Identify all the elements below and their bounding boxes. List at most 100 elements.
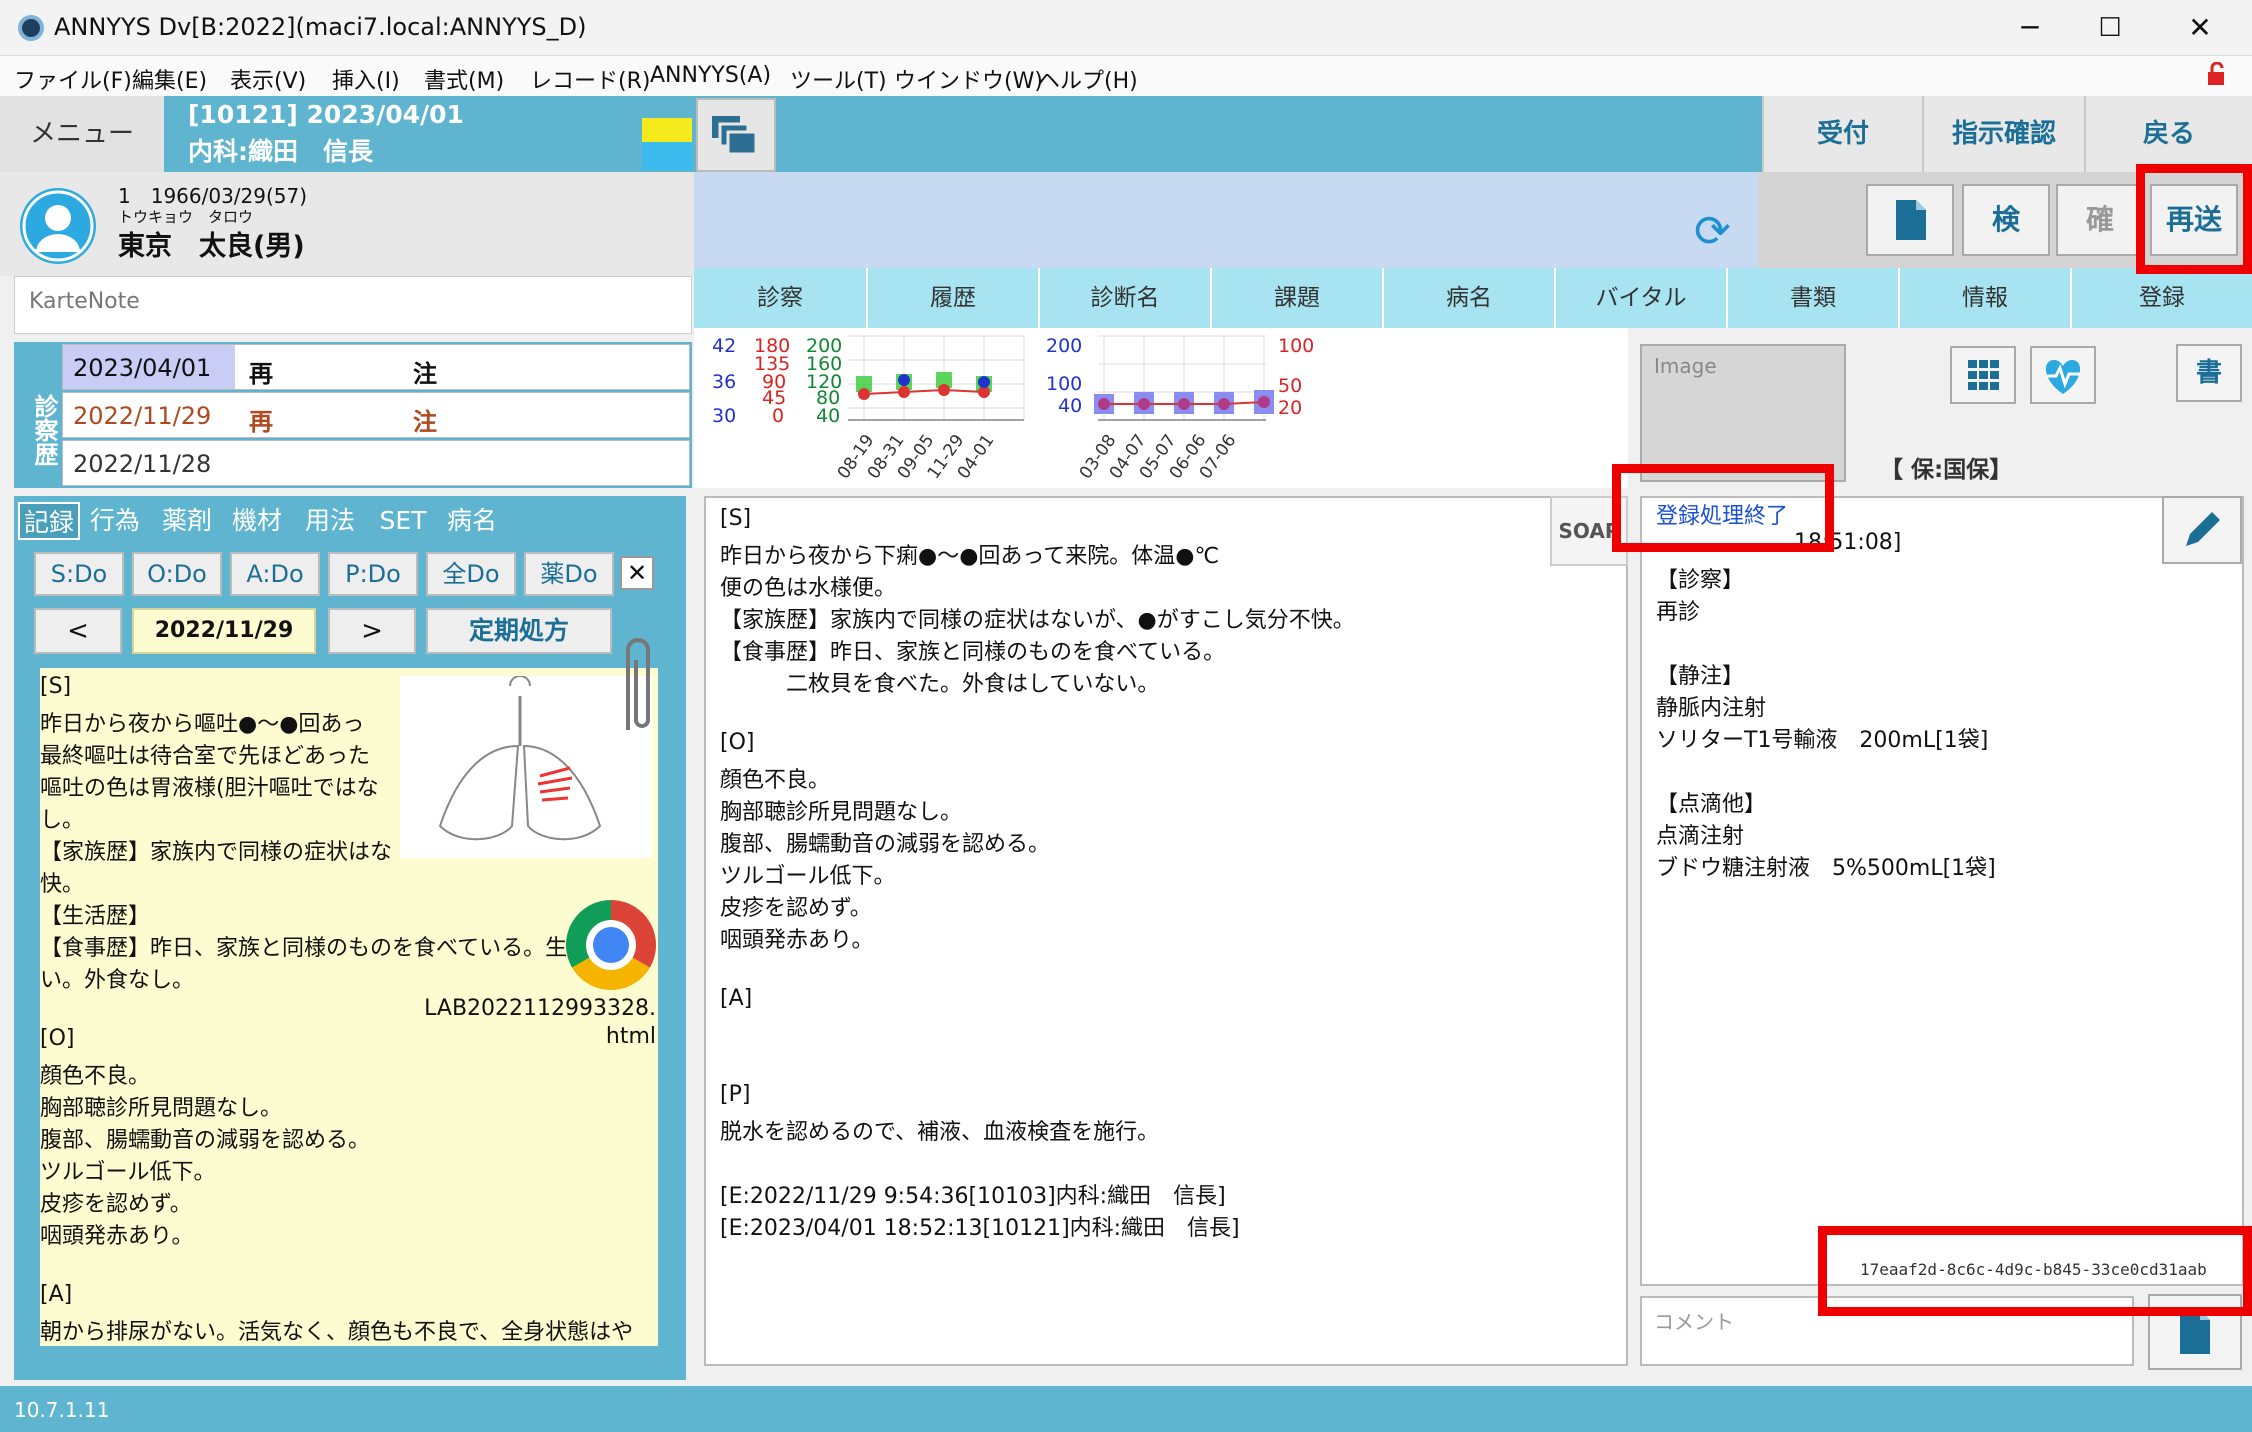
grid-icon bbox=[1968, 360, 1999, 390]
tab-register[interactable]: 登録 bbox=[2072, 268, 2252, 328]
record-line: 最終嘔吐は待合室で先ほどあった bbox=[40, 744, 371, 769]
soap-line: 脱水を認めるので、補液、血液検査を施行。 bbox=[720, 1120, 1160, 1145]
menu-tools[interactable]: ツール(T) bbox=[790, 63, 887, 95]
tab-set[interactable]: SET bbox=[370, 502, 436, 540]
patient-status-area bbox=[694, 172, 1758, 268]
tab-vitals[interactable]: バイタル bbox=[1556, 268, 1728, 328]
main-tabs: 診察 履歴 診断名 課題 病名 バイタル 書類 情報 登録 bbox=[694, 268, 2252, 328]
paperclip-icon bbox=[616, 630, 660, 744]
all-do-button[interactable]: 全Do bbox=[426, 552, 516, 596]
registration-line: 【静注】 bbox=[1656, 664, 1745, 689]
record-line: 【食事歴】昨日、家族と同様のものを食べている。生 bbox=[40, 936, 568, 961]
maximize-button[interactable]: ☐ bbox=[2080, 8, 2140, 48]
edit-button[interactable] bbox=[2162, 496, 2242, 564]
tab-equipment[interactable]: 機材 bbox=[224, 502, 290, 540]
record-line: 【生活歴】 bbox=[40, 904, 151, 929]
history-row[interactable]: 2023/04/01 再 注 bbox=[62, 344, 690, 390]
reception-button[interactable]: 受付 bbox=[1762, 96, 1922, 172]
lab-result-attachment[interactable]: LAB2022112993328. html bbox=[400, 995, 656, 1051]
status-indicator-blue bbox=[642, 142, 692, 170]
grid-view-button[interactable] bbox=[1950, 346, 2016, 404]
record-date: 2022/11/29 bbox=[132, 608, 316, 654]
karte-note-input[interactable]: KarteNote bbox=[14, 276, 692, 334]
periodic-prescription-button[interactable]: 定期処方 bbox=[426, 608, 612, 654]
menu-help[interactable]: ヘルプ(H) bbox=[1038, 63, 1138, 95]
record-line: [O] bbox=[40, 1026, 75, 1051]
confirm-button[interactable]: 確 bbox=[2056, 184, 2144, 256]
heart-pulse-icon bbox=[2045, 360, 2081, 394]
axis-tick: 36 bbox=[712, 371, 736, 393]
menu-view[interactable]: 表示(V) bbox=[230, 63, 306, 95]
minimize-button[interactable]: ─ bbox=[2000, 8, 2060, 48]
registration-panel[interactable]: 登録処理終了 18:51:08] 【診察】 再診 【静注】 静脈内注射 ソリター… bbox=[1640, 496, 2244, 1286]
drug-do-button[interactable]: 薬Do bbox=[524, 552, 614, 596]
book-button[interactable]: 書 bbox=[2176, 344, 2242, 402]
prev-date-button[interactable]: < bbox=[34, 608, 122, 654]
unlock-icon[interactable] bbox=[2206, 61, 2226, 92]
menu-record[interactable]: レコード(R) bbox=[530, 63, 650, 95]
tab-diagnosis[interactable]: 診断名 bbox=[1040, 268, 1212, 328]
soap-line: ツルゴール低下。 bbox=[720, 864, 896, 889]
avatar[interactable] bbox=[20, 188, 96, 264]
history-type: 再 bbox=[249, 360, 273, 388]
refresh-icon[interactable]: ⟳ bbox=[1694, 206, 1731, 257]
axis-tick: 30 bbox=[712, 405, 736, 427]
registration-line: 点滴注射 bbox=[1656, 824, 1745, 849]
tab-issues[interactable]: 課題 bbox=[1212, 268, 1384, 328]
tab-info[interactable]: 情報 bbox=[1900, 268, 2072, 328]
copy-windows-button[interactable] bbox=[696, 98, 776, 172]
axis-tick: 40 bbox=[816, 405, 840, 427]
axis-tick: 0 bbox=[772, 405, 784, 427]
doctor-name: 内科:織田 信長 bbox=[188, 137, 373, 166]
tab-disease-name[interactable]: 病名 bbox=[436, 502, 508, 540]
menu-file[interactable]: ファイル(F) bbox=[14, 63, 132, 95]
close-panel-button[interactable]: ✕ bbox=[620, 556, 654, 590]
lung-diagram-image[interactable] bbox=[400, 675, 652, 858]
menu-annyys[interactable]: ANNYYS(A) bbox=[650, 63, 771, 88]
tab-drug[interactable]: 薬剤 bbox=[154, 502, 220, 540]
status-indicator-yellow bbox=[642, 118, 692, 142]
tab-documents[interactable]: 書類 bbox=[1728, 268, 1900, 328]
vitals-charts[interactable]: 42 36 30 180 135 90 45 0 200 160 120 80 … bbox=[694, 328, 1628, 488]
tab-action[interactable]: 行為 bbox=[82, 502, 148, 540]
document-button[interactable] bbox=[1866, 184, 1954, 256]
s-do-button[interactable]: S:Do bbox=[34, 552, 124, 596]
tab-usage[interactable]: 用法 bbox=[294, 502, 366, 540]
history-row[interactable]: 2022/11/28 bbox=[62, 440, 690, 486]
instruction-confirm-button[interactable]: 指示確認 bbox=[1922, 96, 2084, 172]
a-do-button[interactable]: A:Do bbox=[230, 552, 320, 596]
document-icon bbox=[1896, 200, 1926, 240]
record-line: 【家族歴】家族内で同様の症状はな bbox=[40, 840, 393, 865]
inspect-button[interactable]: 検 bbox=[1962, 184, 2050, 256]
app-logo-icon bbox=[18, 15, 44, 41]
history-row[interactable]: 2022/11/29 再 注 bbox=[62, 392, 690, 438]
next-date-button[interactable]: > bbox=[328, 608, 416, 654]
record-line: [A] bbox=[40, 1282, 73, 1307]
pencil-icon bbox=[2186, 512, 2220, 546]
image-placeholder[interactable]: Image bbox=[1640, 344, 1846, 482]
attachment-filename: LAB2022112993328. bbox=[424, 996, 656, 1021]
o-do-button[interactable]: O:Do bbox=[132, 552, 222, 596]
record-line: [S] bbox=[40, 674, 72, 699]
menu-edit[interactable]: 編集(E) bbox=[132, 63, 207, 95]
tab-disease[interactable]: 病名 bbox=[1384, 268, 1556, 328]
history-flag: 注 bbox=[413, 360, 437, 388]
menu-window[interactable]: ウインドウ(W) bbox=[894, 63, 1043, 95]
tab-exam[interactable]: 診察 bbox=[694, 268, 868, 328]
menu-insert[interactable]: 挿入(I) bbox=[332, 63, 400, 95]
back-button[interactable]: 戻る bbox=[2084, 96, 2252, 172]
insurance-label: 【 保:国保】 bbox=[1880, 457, 2013, 483]
menu-format[interactable]: 書式(M) bbox=[424, 63, 504, 95]
main-menu-button[interactable]: メニュー bbox=[0, 96, 164, 172]
soap-line: [E:2022/11/29 9:54:36[10103]内科:織田 信長] bbox=[720, 1184, 1226, 1209]
vitals-heart-button[interactable] bbox=[2030, 346, 2096, 404]
tab-record[interactable]: 記録 bbox=[18, 502, 80, 540]
doctor-info: [10121] 2023/04/01 内科:織田 信長 bbox=[166, 96, 642, 172]
chrome-browser-icon[interactable] bbox=[566, 900, 656, 990]
tab-history[interactable]: 履歴 bbox=[868, 268, 1040, 328]
p-do-button[interactable]: P:Do bbox=[328, 552, 418, 596]
close-window-button[interactable]: ✕ bbox=[2170, 8, 2230, 48]
menu-bar: ファイル(F) 編集(E) 表示(V) 挿入(I) 書式(M) レコード(R) … bbox=[0, 56, 2252, 96]
record-line: 昨日から夜から嘔吐●～●回あっ bbox=[40, 712, 365, 737]
soap-editor[interactable]: [S] 昨日から夜から下痢●～●回あって来院。体温●℃ 便の色は水様便。 【家族… bbox=[704, 496, 1628, 1366]
